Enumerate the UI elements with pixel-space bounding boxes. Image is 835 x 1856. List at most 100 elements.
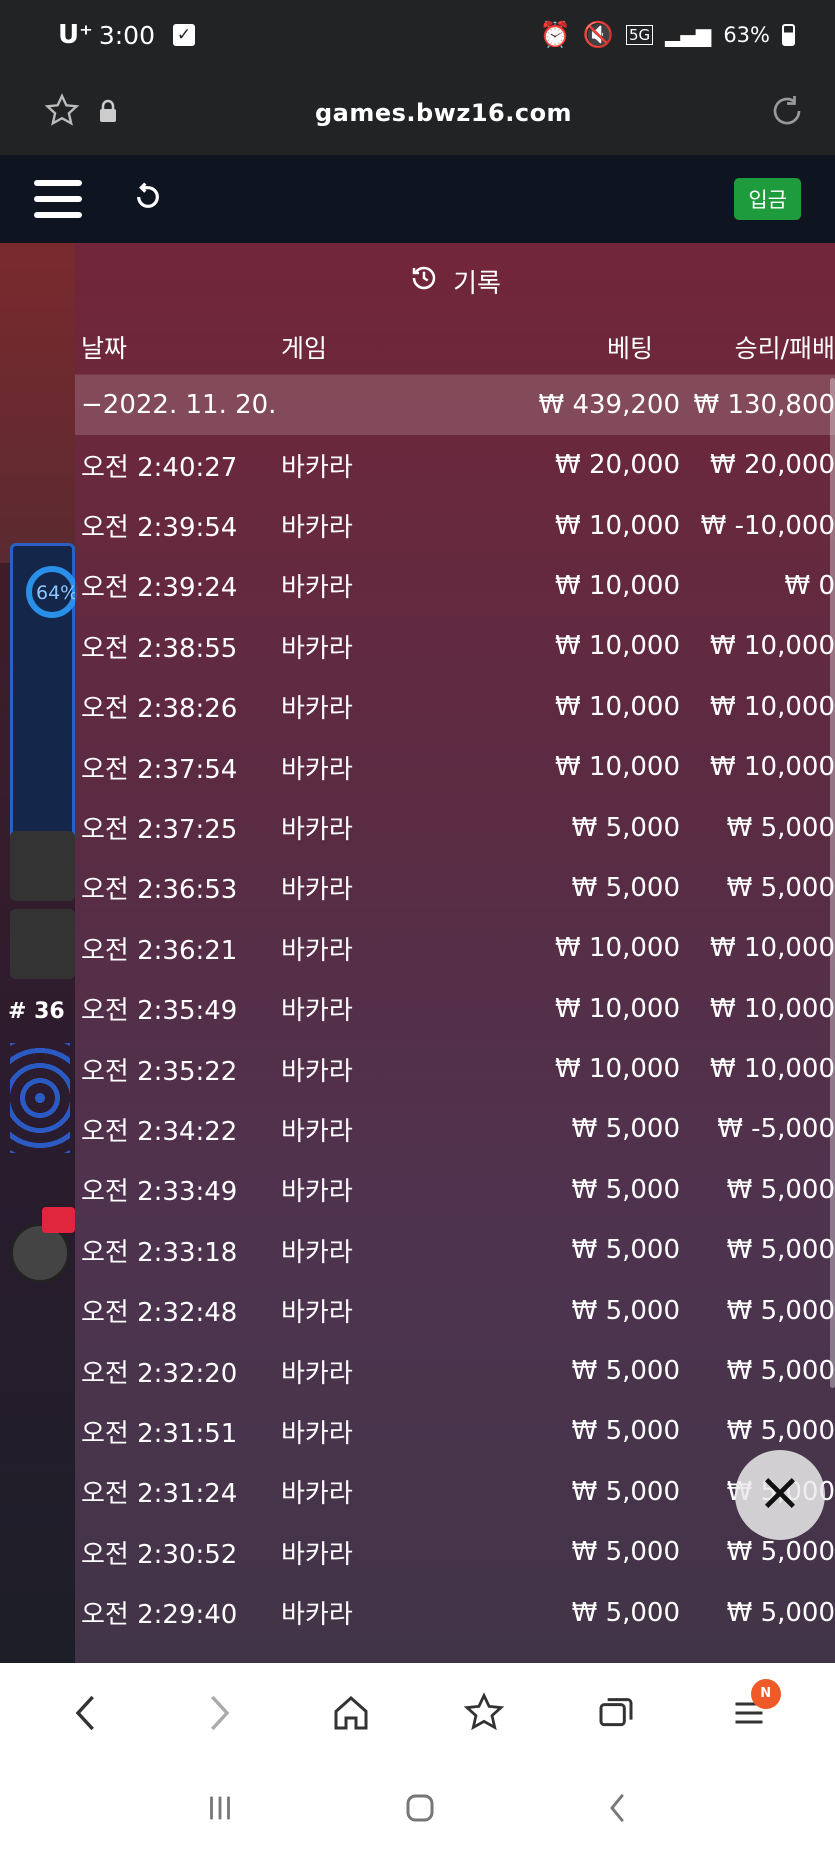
history-row[interactable]: 오전 2:39:54 바카라 ₩ 10,000 ₩ -10,000 [75, 495, 835, 555]
row-bet: ₩ 10,000 [555, 1054, 680, 1085]
history-row[interactable]: 오전 2:36:53 바카라 ₩ 5,000 ₩ 5,000 [75, 858, 835, 918]
row-time: 오전 2:32:48 [81, 1298, 238, 1329]
date-group-result-total: ₩ 130,800 [693, 390, 835, 420]
history-row[interactable]: 오전 2:38:55 바카라 ₩ 10,000 ₩ 10,000 [75, 616, 835, 676]
row-time: 오전 2:39:24 [81, 573, 238, 604]
browser-nav-bar: N [0, 1663, 835, 1763]
row-time: 오전 2:33:18 [81, 1237, 238, 1268]
row-bet: ₩ 10,000 [555, 631, 680, 662]
history-row[interactable]: 오전 2:31:51 바카라 ₩ 5,000 ₩ 5,000 [75, 1401, 835, 1461]
row-game: 바카라 [281, 1358, 353, 1389]
history-scrollbar[interactable] [830, 378, 835, 1388]
row-bet: ₩ 20,000 [555, 450, 680, 481]
row-result: ₩ 5,000 [726, 1235, 835, 1266]
tabs-icon[interactable] [586, 1683, 646, 1743]
win-rate-label: 64% [36, 582, 79, 604]
history-header: 기록 [75, 243, 835, 319]
row-bet: ₩ 5,000 [571, 1597, 680, 1628]
row-game: 바카라 [281, 996, 353, 1027]
row-bet: ₩ 5,000 [571, 1476, 680, 1507]
deposit-button[interactable]: 입금 [734, 178, 801, 220]
checkbox-notification-icon: ✓ [172, 24, 195, 46]
history-row[interactable]: 오전 2:39:24 바카라 ₩ 10,000 ₩ 0 [75, 556, 835, 616]
row-result: ₩ 5,000 [726, 1356, 835, 1387]
system-home-icon[interactable] [402, 1790, 438, 1830]
row-time: 오전 2:32:20 [81, 1358, 238, 1389]
round-number: # 36 [8, 999, 65, 1024]
notification-badge: N [750, 1679, 781, 1709]
row-game: 바카라 [281, 875, 353, 906]
history-row[interactable]: 오전 2:38:26 바카라 ₩ 10,000 ₩ 10,000 [75, 677, 835, 737]
history-row[interactable]: 오전 2:35:22 바카라 ₩ 10,000 ₩ 10,000 [75, 1039, 835, 1099]
row-result: ₩ 5,000 [726, 1597, 835, 1628]
back-icon[interactable] [56, 1683, 116, 1743]
history-row[interactable]: 오전 2:35:49 바카라 ₩ 10,000 ₩ 10,000 [75, 979, 835, 1039]
row-time: 오전 2:36:21 [81, 935, 238, 966]
row-result: ₩ 5,000 [726, 812, 835, 843]
home-icon[interactable] [321, 1683, 381, 1743]
row-game: 바카라 [281, 513, 353, 544]
row-bet: ₩ 5,000 [571, 1235, 680, 1266]
history-row[interactable]: 오전 2:34:22 바카라 ₩ 5,000 ₩ -5,000 [75, 1099, 835, 1159]
row-bet: ₩ 10,000 [555, 752, 680, 783]
row-game: 바카라 [281, 1116, 353, 1147]
history-panel: 기록 날짜 게임 베팅 승리/패배 −2022. 11. 20. ₩ 439,2… [75, 243, 835, 1663]
bookmarks-icon[interactable] [454, 1683, 514, 1743]
row-time: 오전 2:37:54 [81, 754, 238, 785]
url-text[interactable]: games.bwz16.com [118, 99, 769, 127]
history-row[interactable]: 오전 2:37:25 바카라 ₩ 5,000 ₩ 5,000 [75, 797, 835, 857]
lock-icon [98, 99, 118, 127]
row-bet: ₩ 5,000 [571, 1537, 680, 1568]
row-result: ₩ 0 [784, 570, 835, 601]
close-history-button[interactable] [735, 1450, 825, 1540]
history-row[interactable]: 오전 2:29:40 바카라 ₩ 5,000 ₩ 5,000 [75, 1582, 835, 1642]
system-back-icon[interactable] [603, 1790, 633, 1830]
status-bar: U⁺ 3:00 ✓ ⏰ 🔇 5G ▂▄▆ 63% [0, 0, 835, 70]
row-game: 바카라 [281, 1600, 353, 1631]
history-row[interactable]: 오전 2:33:18 바카라 ₩ 5,000 ₩ 5,000 [75, 1220, 835, 1280]
history-row[interactable]: 오전 2:37:54 바카라 ₩ 10,000 ₩ 10,000 [75, 737, 835, 797]
bookmark-star-icon[interactable] [44, 92, 80, 133]
menu-more-icon[interactable]: N [719, 1679, 781, 1743]
row-bet: ₩ 10,000 [555, 933, 680, 964]
column-header-date: 날짜 [81, 333, 128, 363]
row-game: 바카라 [281, 1177, 353, 1208]
history-row[interactable]: 오전 2:36:21 바카라 ₩ 10,000 ₩ 10,000 [75, 918, 835, 978]
battery-icon [782, 24, 795, 46]
history-row[interactable]: 오전 2:33:49 바카라 ₩ 5,000 ₩ 5,000 [75, 1160, 835, 1220]
row-bet: ₩ 5,000 [571, 1295, 680, 1326]
date-group-label: −2022. 11. 20. [81, 390, 277, 420]
row-result: ₩ 10,000 [710, 933, 835, 964]
row-time: 오전 2:31:51 [81, 1418, 238, 1449]
network-type: 5G [625, 25, 654, 45]
clock: 3:00 [98, 20, 155, 50]
row-bet: ₩ 5,000 [571, 1114, 680, 1145]
history-row[interactable]: 오전 2:32:20 바카라 ₩ 5,000 ₩ 5,000 [75, 1341, 835, 1401]
row-time: 오전 2:34:22 [81, 1116, 238, 1147]
close-icon [760, 1473, 800, 1517]
row-time: 오전 2:30:52 [81, 1539, 238, 1570]
row-result: ₩ 10,000 [710, 1054, 835, 1085]
alarm-icon: ⏰ [539, 20, 571, 49]
history-row[interactable]: 오전 2:30:52 바카라 ₩ 5,000 ₩ 5,000 [75, 1522, 835, 1582]
row-result: ₩ 10,000 [710, 691, 835, 722]
history-clock-icon [409, 263, 439, 300]
reload-icon[interactable] [769, 93, 805, 133]
history-row[interactable]: 오전 2:40:27 바카라 ₩ 20,000 ₩ 20,000 [75, 435, 835, 495]
row-time: 오전 2:40:27 [81, 452, 238, 483]
row-game: 바카라 [281, 1479, 353, 1510]
row-time: 오전 2:31:24 [81, 1479, 238, 1510]
recent-apps-icon[interactable] [203, 1791, 237, 1829]
history-row[interactable]: 오전 2:32:48 바카라 ₩ 5,000 ₩ 5,000 [75, 1280, 835, 1340]
history-date-group[interactable]: −2022. 11. 20. ₩ 439,200 ₩ 130,800 [75, 375, 835, 435]
history-row[interactable]: 오전 2:31:24바카라₩ 5,000₩ 5,000 [75, 1462, 835, 1522]
row-bet: ₩ 10,000 [555, 570, 680, 601]
row-bet: ₩ 10,000 [555, 993, 680, 1024]
row-result: ₩ 5,000 [726, 872, 835, 903]
refresh-icon[interactable] [132, 181, 164, 217]
menu-icon[interactable] [34, 180, 82, 218]
row-result: ₩ 10,000 [710, 631, 835, 662]
forward-icon[interactable] [189, 1683, 249, 1743]
row-time: 오전 2:38:26 [81, 694, 238, 725]
signal-icon: ▂▄▆ [665, 23, 712, 47]
